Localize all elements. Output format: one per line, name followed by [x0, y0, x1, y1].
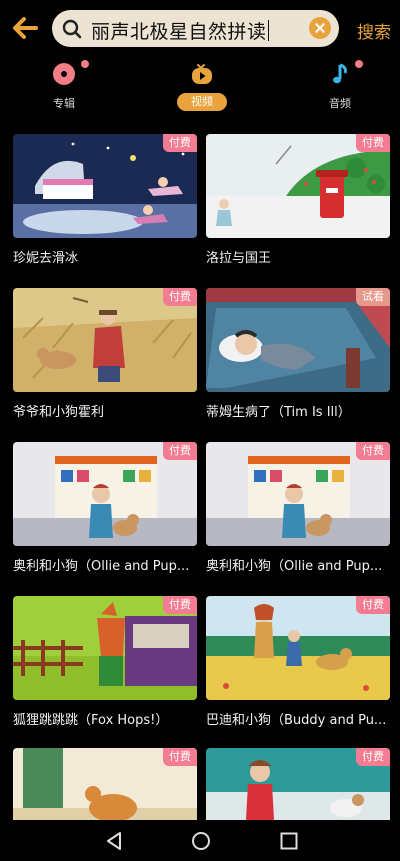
tab-label: 专辑: [53, 97, 75, 110]
notification-dot: [355, 60, 363, 68]
search-input[interactable]: 丽声北极星自然拼读: [91, 17, 270, 44]
tab-label: 视频: [177, 93, 227, 111]
paid-badge: 付费: [356, 134, 390, 152]
tab-label: 音频: [329, 97, 351, 110]
video-title: 蒂姆生病了（Tim Is Ill）: [206, 405, 351, 420]
video-title: 洛拉与国王: [206, 251, 272, 266]
paid-badge: 付费: [163, 134, 197, 152]
back-arrow-icon[interactable]: [10, 12, 40, 44]
video-title: 珍妮去滑冰: [13, 251, 79, 266]
clear-search-icon[interactable]: [309, 17, 331, 39]
tab-video[interactable]: 视频: [167, 58, 237, 114]
paid-badge: 付费: [163, 748, 197, 766]
category-tabs: 专辑 视频 音频: [0, 58, 400, 118]
top-bar: 丽声北极星自然拼读 搜索: [0, 0, 400, 56]
paid-badge: 付费: [163, 596, 197, 614]
nav-recents-icon[interactable]: [279, 831, 299, 851]
paid-badge: 付费: [163, 442, 197, 460]
video-play-icon: [192, 64, 212, 84]
system-nav-bar: [0, 820, 400, 861]
paid-badge: 付费: [356, 596, 390, 614]
tab-audio[interactable]: 音频: [305, 58, 375, 114]
album-disc-icon: [53, 63, 75, 85]
paid-badge: 付费: [163, 288, 197, 306]
search-button[interactable]: 搜索: [357, 18, 391, 43]
paid-badge: 付费: [356, 748, 390, 766]
trial-badge: 试看: [356, 288, 390, 306]
video-title: 狐狸跳跳跳（Fox Hops!）: [13, 713, 169, 728]
notification-dot: [81, 60, 89, 68]
video-title: 爷爷和小狗霍利: [13, 405, 105, 420]
search-bar[interactable]: 丽声北极星自然拼读: [52, 10, 339, 47]
video-title: 巴迪和小狗（Buddy and Pu...: [206, 713, 387, 728]
nav-back-icon[interactable]: [104, 831, 124, 851]
tab-album[interactable]: 专辑: [29, 58, 99, 114]
search-icon: [62, 19, 82, 39]
music-note-icon: [333, 63, 347, 84]
paid-badge: 付费: [356, 442, 390, 460]
video-title: 奥利和小狗（Ollie and Pup...: [206, 559, 383, 574]
video-title: 奥利和小狗（Ollie and Pup...: [13, 559, 190, 574]
nav-home-icon[interactable]: [191, 831, 211, 851]
